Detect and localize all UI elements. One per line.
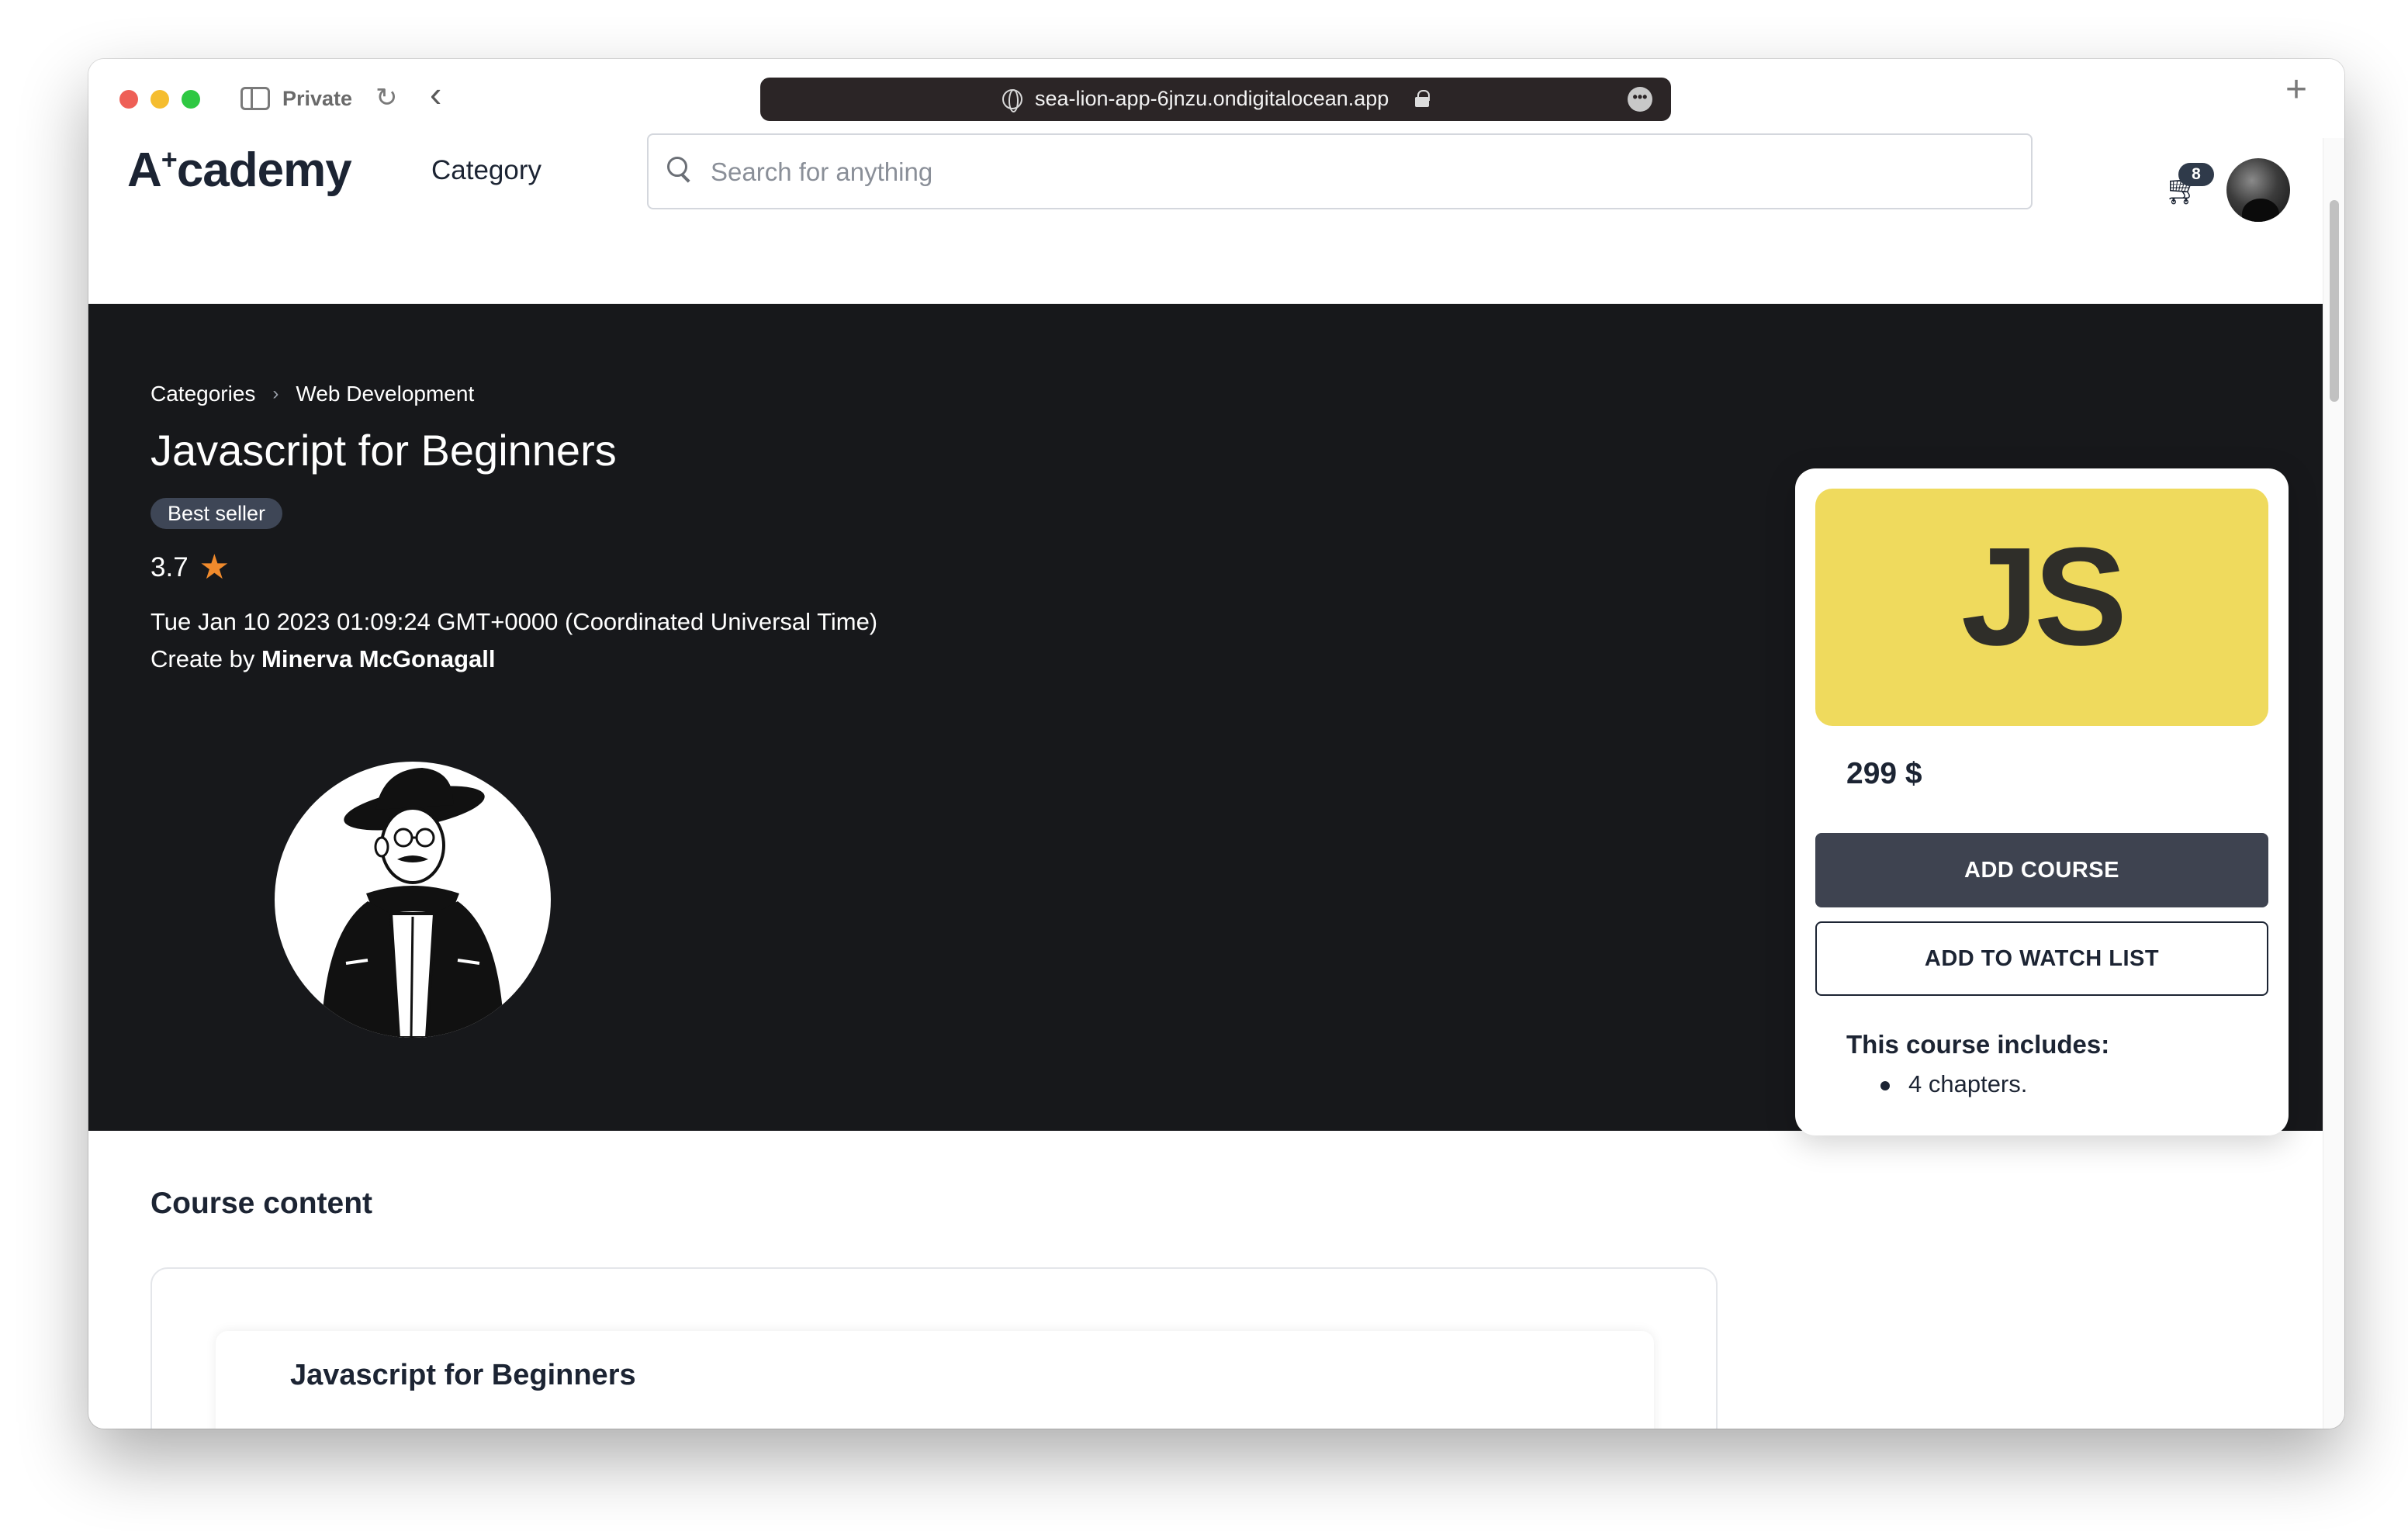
chapter-card[interactable]: Javascript for Beginners xyxy=(216,1331,1654,1429)
logo-plus: + xyxy=(161,143,178,175)
js-logo-text: JS xyxy=(1960,519,2127,675)
logo-suffix: cademy xyxy=(176,143,352,197)
more-options-icon[interactable]: ••• xyxy=(1628,87,1652,112)
search-box[interactable] xyxy=(647,133,2033,209)
creator-prefix: Create by xyxy=(150,645,255,672)
scrollbar-track[interactable] xyxy=(2323,138,2344,1429)
course-content-card: Javascript for Beginners xyxy=(150,1267,1718,1429)
breadcrumb-web-development[interactable]: Web Development xyxy=(296,382,474,406)
breadcrumb-categories[interactable]: Categories xyxy=(150,382,255,406)
close-window-button[interactable] xyxy=(119,90,138,109)
chevron-right-icon: › xyxy=(272,383,279,404)
reload-icon[interactable]: ↻ xyxy=(375,82,398,113)
includes-list: 4 chapters. xyxy=(1846,1070,2027,1098)
user-avatar[interactable] xyxy=(2226,158,2290,222)
course-rating: 3.7 ★ xyxy=(150,551,230,585)
sidebar-toggle-icon[interactable] xyxy=(240,87,270,110)
add-course-button[interactable]: ADD COURSE xyxy=(1815,833,2268,907)
course-date: Tue Jan 10 2023 01:09:24 GMT+0000 (Coord… xyxy=(150,608,878,635)
browser-window: Private ↻ ‹ sea-lion-app-6jnzu.ondigital… xyxy=(88,59,2344,1429)
cart-count-badge: 8 xyxy=(2178,163,2214,186)
creator-name[interactable]: Minerva McGonagall xyxy=(261,645,495,672)
course-thumbnail: JS xyxy=(1815,489,2268,726)
url-text: sea-lion-app-6jnzu.ondigitalocean.app xyxy=(1035,87,1389,110)
logo-prefix: A xyxy=(127,143,162,197)
bestseller-badge: Best seller xyxy=(150,498,283,529)
globe-icon xyxy=(1002,89,1022,112)
search-input[interactable] xyxy=(711,150,2014,194)
scrollbar-thumb[interactable] xyxy=(2330,200,2339,402)
add-to-watch-list-button[interactable]: ADD TO WATCH LIST xyxy=(1815,921,2268,996)
breadcrumb: Categories › Web Development xyxy=(150,382,474,406)
site-logo[interactable]: A+cademy xyxy=(127,143,352,198)
instructor-avatar xyxy=(275,762,551,1038)
course-content-heading: Course content xyxy=(150,1187,373,1220)
includes-item: 4 chapters. xyxy=(1846,1070,2027,1098)
search-icon xyxy=(667,157,690,180)
course-title: Javascript for Beginners xyxy=(150,426,617,475)
star-icon: ★ xyxy=(199,548,230,586)
lock-icon xyxy=(1415,90,1430,107)
purchase-card: JS 299 $ ADD COURSE ADD TO WATCH LIST Th… xyxy=(1795,468,2289,1135)
includes-heading: This course includes: xyxy=(1846,1030,2110,1059)
back-icon[interactable]: ‹ xyxy=(430,76,441,112)
browser-toolbar: Private ↻ ‹ sea-lion-app-6jnzu.ondigital… xyxy=(88,59,2344,138)
rating-value: 3.7 xyxy=(150,552,189,582)
minimize-window-button[interactable] xyxy=(150,90,169,109)
instructor-illustration xyxy=(321,768,504,1038)
address-bar[interactable]: sea-lion-app-6jnzu.ondigitalocean.app ••… xyxy=(760,78,1671,121)
course-price: 299 $ xyxy=(1846,757,1922,790)
zoom-window-button[interactable] xyxy=(182,90,200,109)
chapter-title: Javascript for Beginners xyxy=(290,1359,636,1391)
category-menu-link[interactable]: Category xyxy=(431,155,541,186)
private-label: Private xyxy=(282,87,353,110)
new-tab-icon[interactable]: + xyxy=(2285,71,2307,109)
creator-line: Create by Minerva McGonagall xyxy=(150,645,496,673)
